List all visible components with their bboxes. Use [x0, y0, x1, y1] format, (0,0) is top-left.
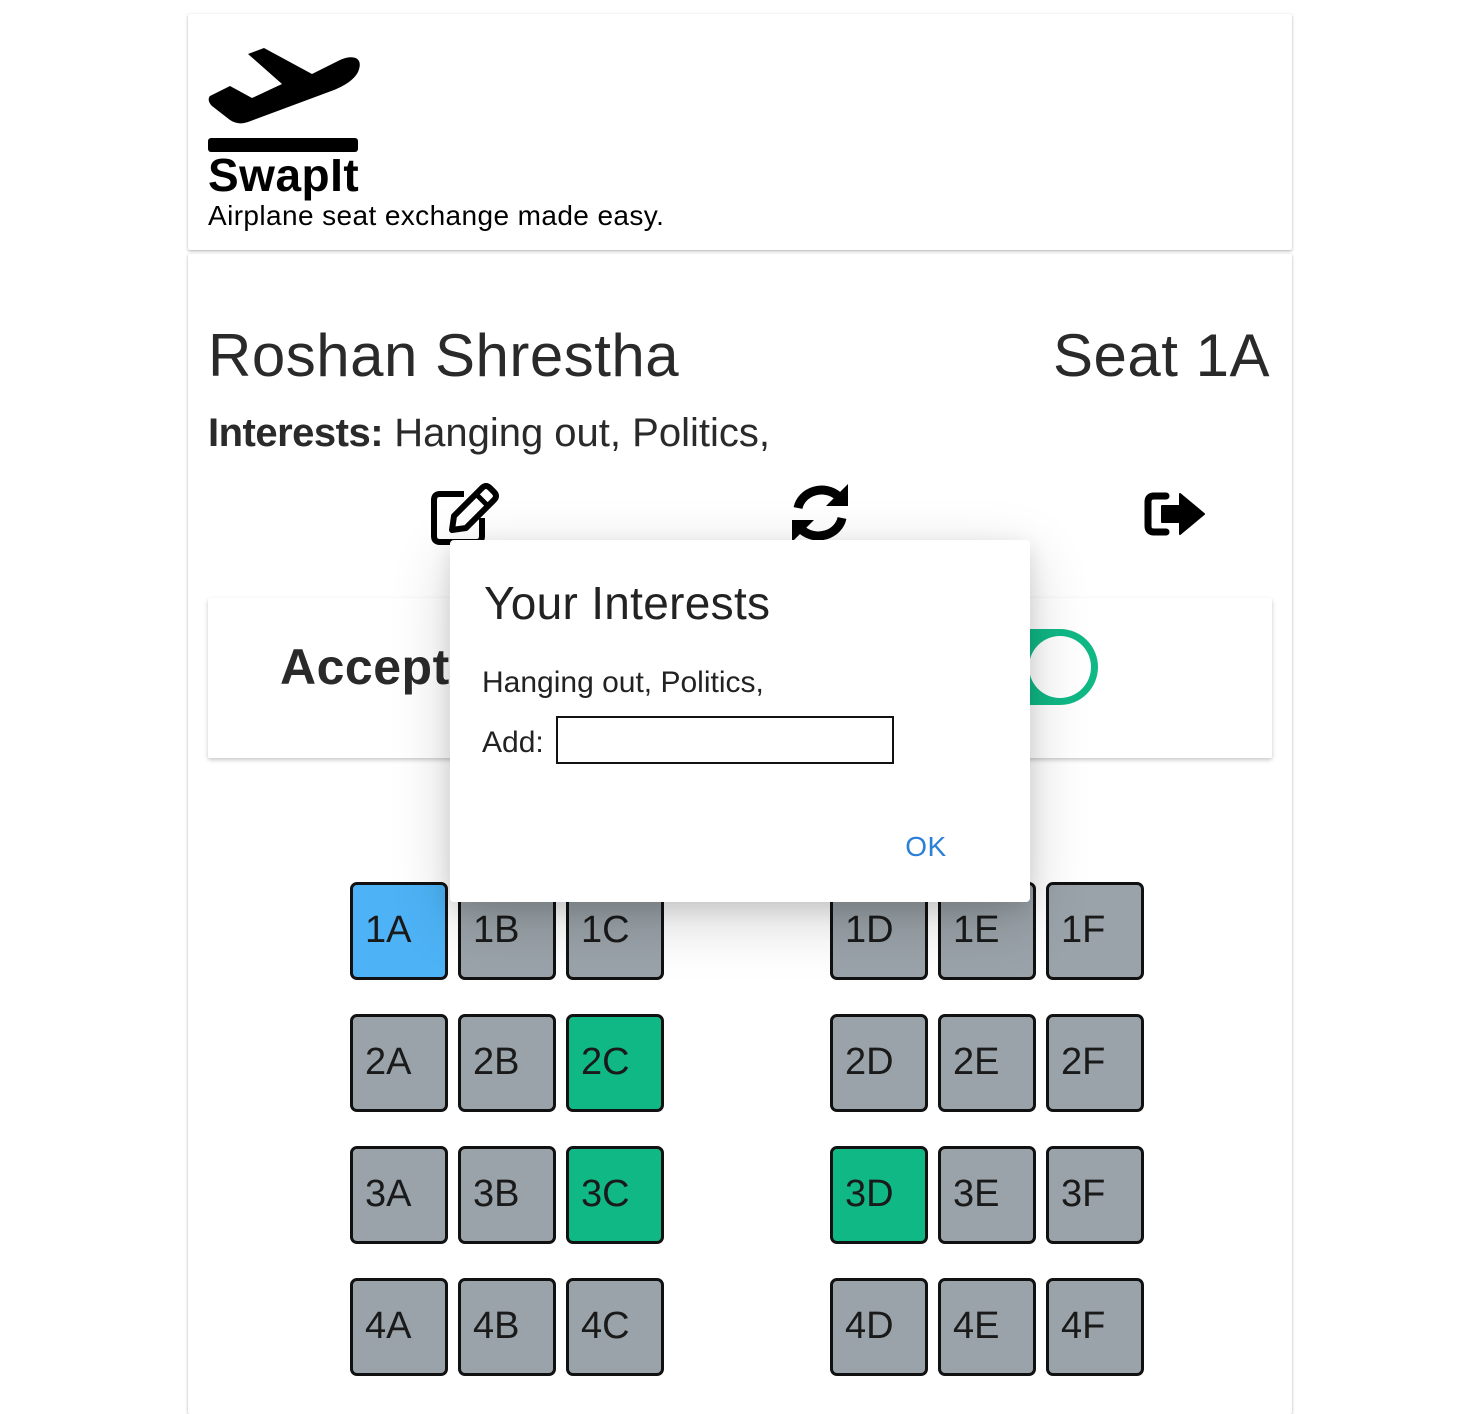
seat-1f[interactable]: 1F: [1046, 882, 1144, 980]
seat-label: 2C: [581, 1041, 630, 1083]
seat-3e[interactable]: 3E: [938, 1146, 1036, 1244]
logout-button[interactable]: [1144, 490, 1206, 538]
seat-label: 1F: [1061, 909, 1106, 951]
airplane-departure-icon: [208, 48, 360, 152]
seat-label: 4D: [845, 1305, 894, 1347]
user-seat: Seat 1A: [1053, 322, 1270, 389]
seat-2a[interactable]: 2A: [350, 1014, 448, 1112]
ok-button[interactable]: OK: [890, 824, 962, 870]
seat-label: 2B: [473, 1041, 520, 1083]
seat-label: 2A: [365, 1041, 412, 1083]
seat-label: 1B: [473, 909, 520, 951]
seat-label: 1C: [581, 909, 630, 951]
seat-3d[interactable]: 3D: [830, 1146, 928, 1244]
seat-4e[interactable]: 4E: [938, 1278, 1036, 1376]
seat-label: 3B: [473, 1173, 520, 1215]
app-title: SwapIt: [208, 149, 360, 201]
seat-label: 2D: [845, 1041, 894, 1083]
seat-label: 4C: [581, 1305, 630, 1347]
seat-4f[interactable]: 4F: [1046, 1278, 1144, 1376]
user-name: Roshan Shrestha: [208, 322, 680, 389]
interests-dialog: Your Interests Hanging out, Politics, Ad…: [450, 540, 1030, 902]
seat-2b[interactable]: 2B: [458, 1014, 556, 1112]
add-interest-label: Add:: [482, 726, 544, 759]
edit-icon: [431, 483, 499, 545]
toggle-knob: [1029, 636, 1091, 698]
seat-4c[interactable]: 4C: [566, 1278, 664, 1376]
seat-3f[interactable]: 3F: [1046, 1146, 1144, 1244]
add-interest-input[interactable]: [556, 716, 894, 764]
seat-4b[interactable]: 4B: [458, 1278, 556, 1376]
seat-label: 3F: [1061, 1173, 1106, 1215]
seat-3c[interactable]: 3C: [566, 1146, 664, 1244]
accept-label: Accept: [280, 639, 450, 695]
seat-2f[interactable]: 2F: [1046, 1014, 1144, 1112]
seat-label: 4B: [473, 1305, 520, 1347]
dialog-interests-text: Hanging out, Politics,: [482, 666, 764, 699]
sign-out-icon: [1144, 492, 1205, 536]
refresh-button[interactable]: [788, 482, 852, 544]
seat-label: 4E: [953, 1305, 1000, 1347]
seat-2d[interactable]: 2D: [830, 1014, 928, 1112]
seat-1a[interactable]: 1A: [350, 882, 448, 980]
seat-label: 3A: [365, 1173, 412, 1215]
refresh-icon: [792, 484, 848, 542]
seat-label: 2F: [1061, 1041, 1106, 1083]
seat-label: 1D: [845, 909, 894, 951]
seat-2e[interactable]: 2E: [938, 1014, 1036, 1112]
seat-3a[interactable]: 3A: [350, 1146, 448, 1244]
interests-label: Interests:: [208, 411, 384, 455]
seat-label: 4F: [1061, 1305, 1106, 1347]
seat-label: 2E: [953, 1041, 1000, 1083]
seat-label: 3C: [581, 1173, 630, 1215]
seat-4a[interactable]: 4A: [350, 1278, 448, 1376]
seat-label: 3E: [953, 1173, 1000, 1215]
seat-2c[interactable]: 2C: [566, 1014, 664, 1112]
seat-label: 4A: [365, 1305, 412, 1347]
seat-label: 3D: [845, 1173, 894, 1215]
seat-label: 1E: [953, 909, 1000, 951]
interests-line: Interests: Hanging out, Politics,: [208, 408, 770, 458]
dialog-title: Your Interests: [484, 577, 771, 629]
seat-4d[interactable]: 4D: [830, 1278, 928, 1376]
seat-3b[interactable]: 3B: [458, 1146, 556, 1244]
edit-interests-button[interactable]: [430, 482, 500, 546]
app-tagline: Airplane seat exchange made easy.: [208, 200, 665, 231]
header-card: SwapIt Airplane seat exchange made easy.: [188, 14, 1292, 250]
seat-label: 1A: [365, 909, 412, 951]
interests-value: Hanging out, Politics,: [394, 411, 770, 455]
